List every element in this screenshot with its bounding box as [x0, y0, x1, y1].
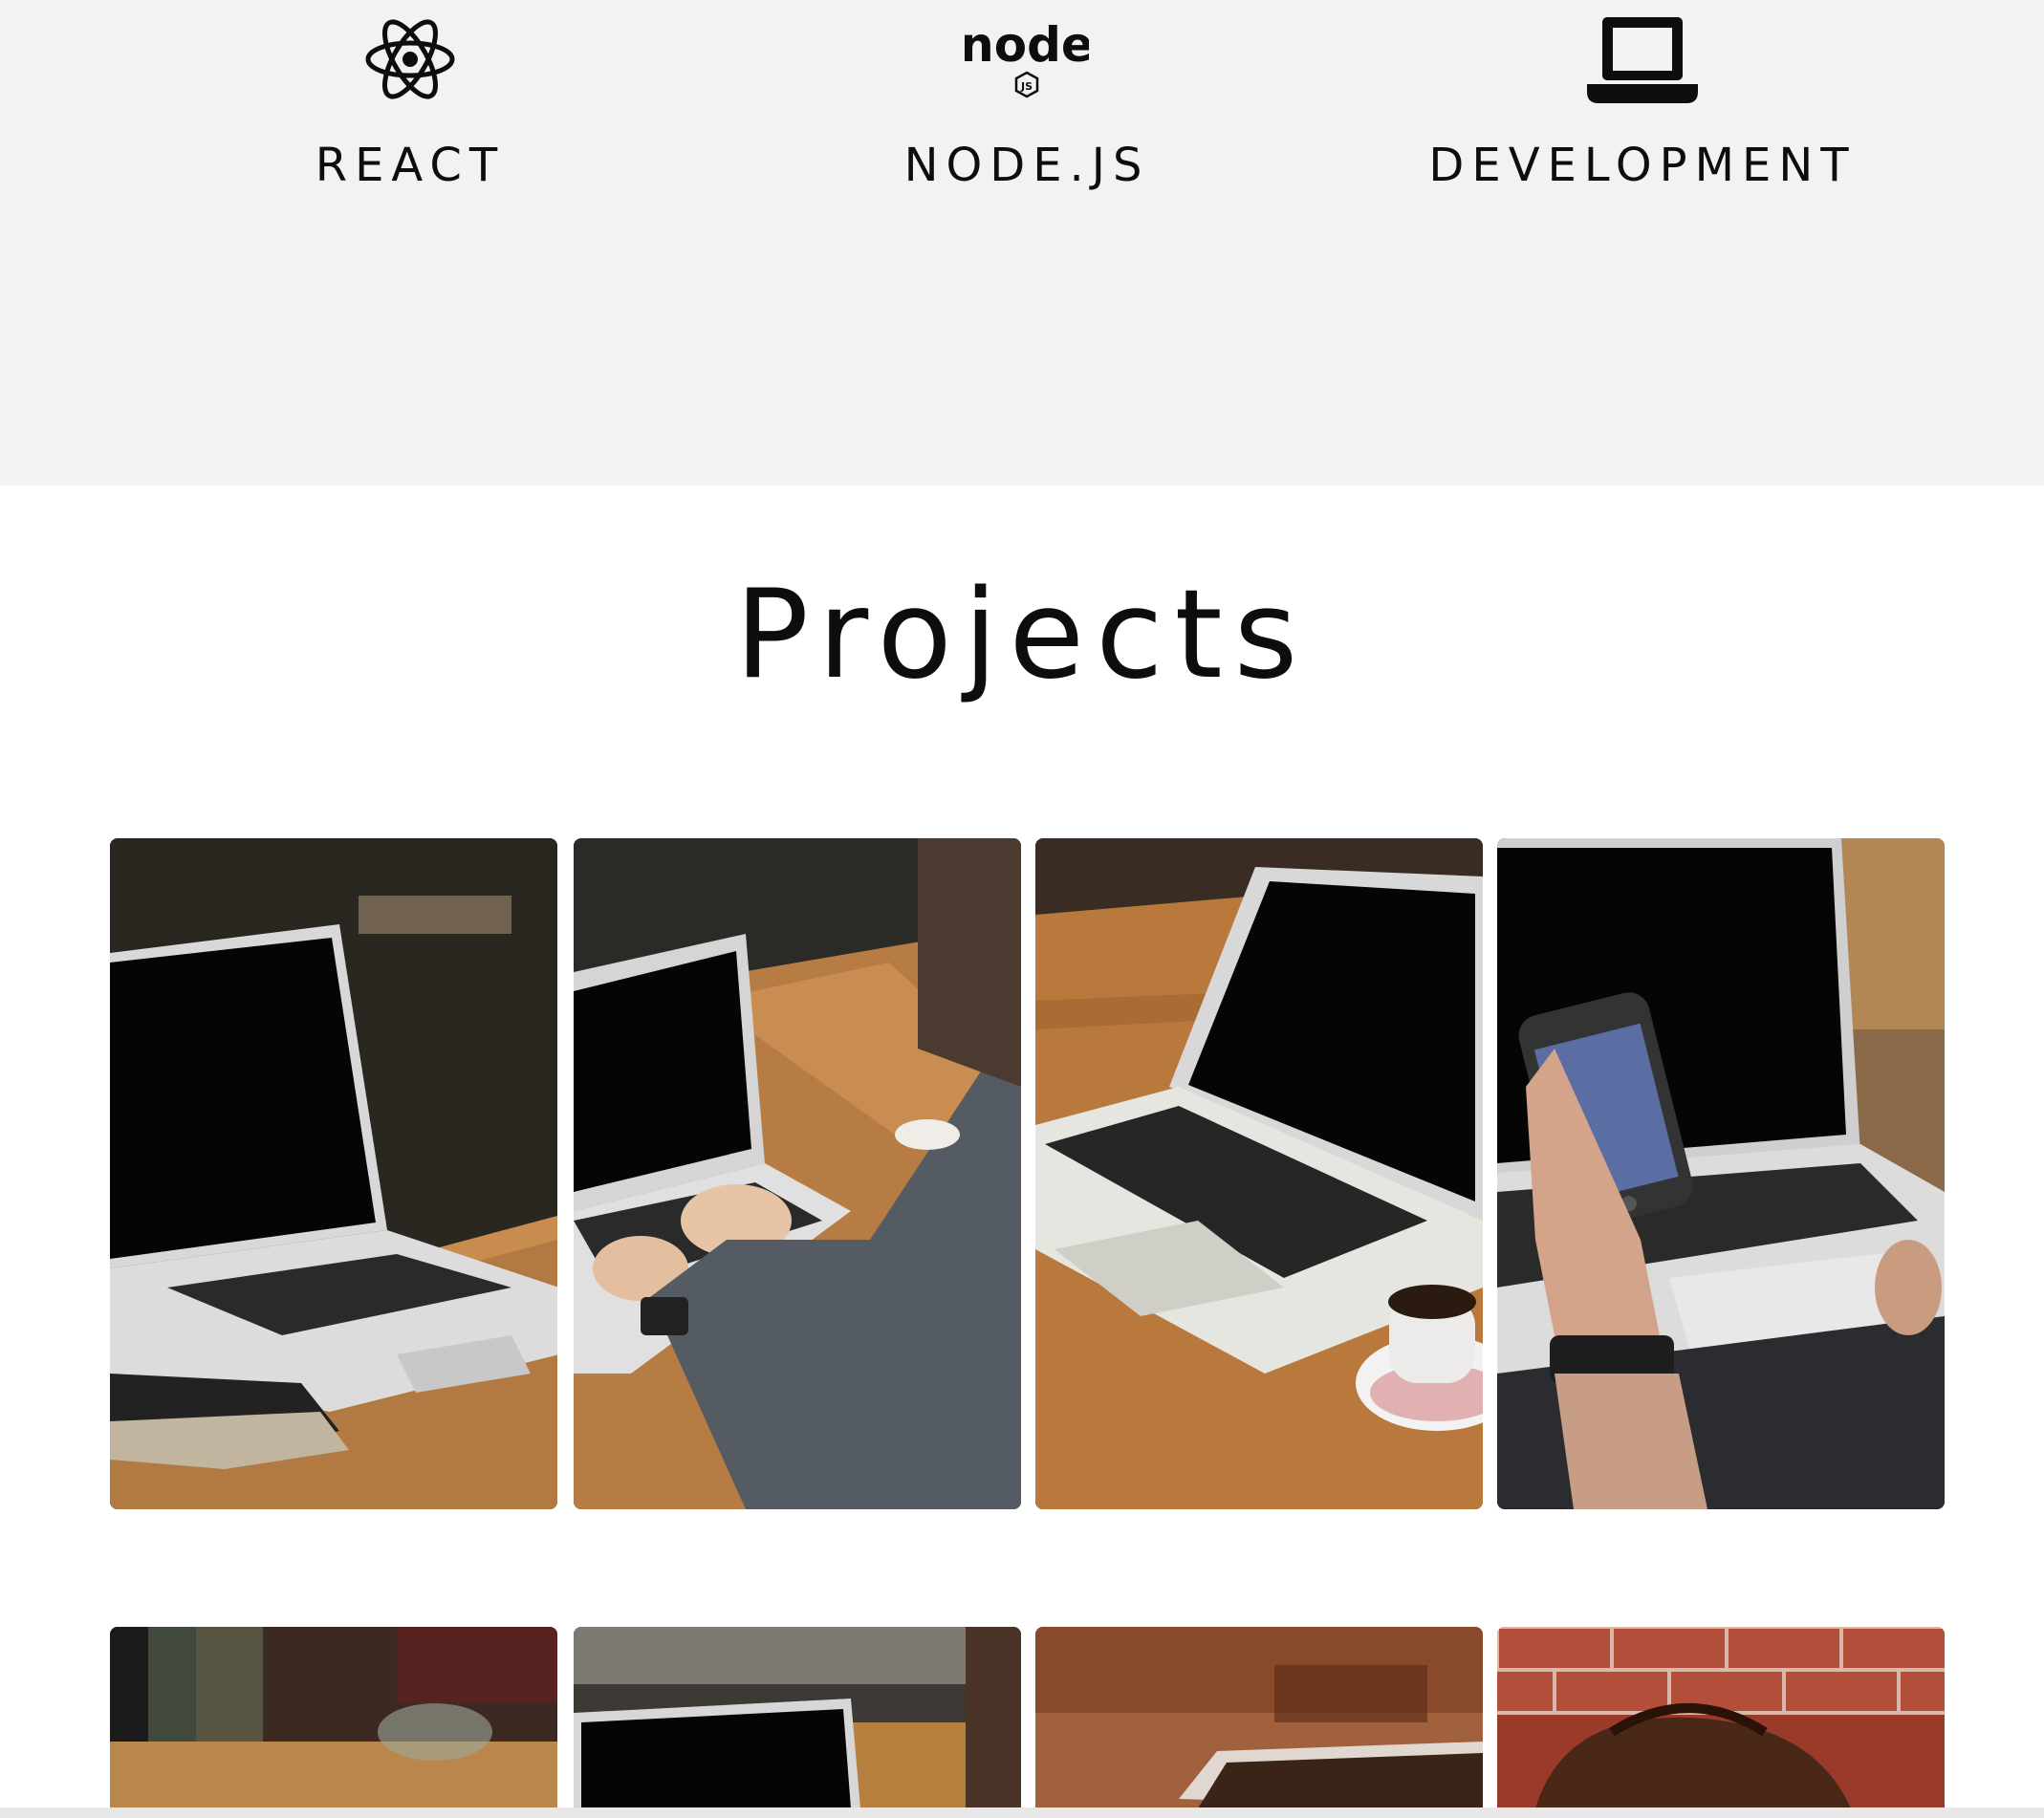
projects-heading: Projects	[734, 564, 1310, 706]
laptop-on-wooden-table-with-notebook-image	[110, 838, 557, 1509]
project-card[interactable]	[1497, 838, 1945, 1509]
leather-bag-brick-wall-image	[1497, 1627, 1945, 1808]
project-card[interactable]	[574, 838, 1021, 1509]
project-card[interactable]	[574, 1627, 1021, 1808]
laptop-icon	[1337, 11, 1948, 113]
page-bottom-divider	[0, 1807, 2044, 1818]
nodejs-logo-icon: node JS	[721, 11, 1333, 113]
blurred-laptop-corner-image	[110, 1627, 557, 1808]
skills-section: REACT node JS NODE.JS DEVELOPMENT	[0, 0, 2044, 486]
nodejs-logo-badge: JS	[1020, 80, 1033, 93]
nodejs-logo-text: node	[965, 17, 1089, 73]
project-card[interactable]	[1035, 1627, 1483, 1808]
hand-holding-phone-over-laptop-image	[1497, 838, 1945, 1509]
skill-label: NODE.JS	[903, 139, 1150, 192]
person-typing-on-laptop-image	[574, 838, 1021, 1509]
laptop-with-coffee-cup-image	[1035, 838, 1483, 1509]
react-atom-icon	[104, 11, 716, 113]
project-card[interactable]	[1035, 838, 1483, 1509]
project-card[interactable]	[110, 838, 557, 1509]
laptop-warm-background-image	[1035, 1627, 1483, 1808]
laptop-on-table-top-view-image	[574, 1627, 1021, 1808]
skill-label: DEVELOPMENT	[1428, 139, 1857, 192]
skill-label: REACT	[315, 139, 506, 192]
project-card[interactable]	[1497, 1627, 1945, 1808]
project-card[interactable]	[110, 1627, 557, 1808]
